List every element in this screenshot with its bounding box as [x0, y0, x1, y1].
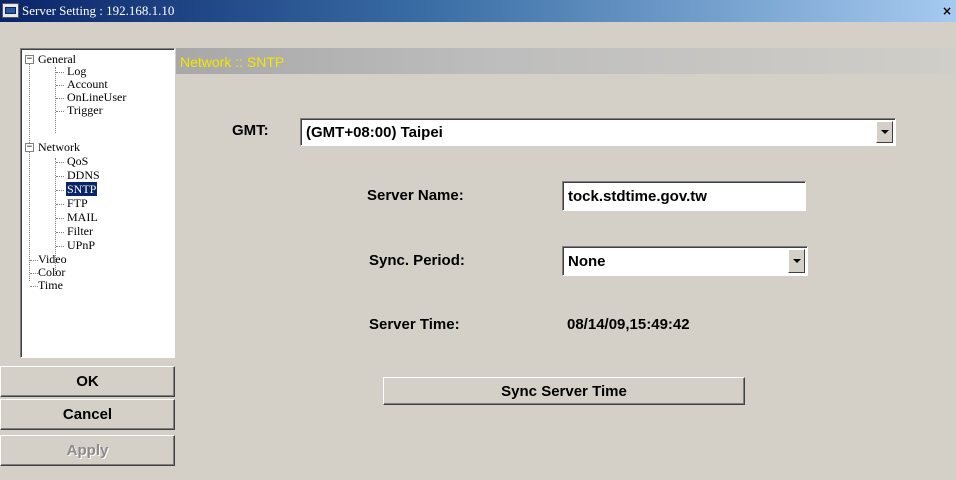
tree-item-upnp[interactable]: UPnP [67, 239, 95, 252]
tree-item-sntp[interactable]: SNTP [66, 182, 98, 196]
tree-item-ddns[interactable]: DDNS [67, 169, 100, 182]
tree-item-ftp[interactable]: FTP [67, 197, 88, 210]
server-name-label: Server Name: [367, 187, 464, 204]
app-monitor-icon [2, 3, 19, 18]
cancel-button[interactable]: Cancel [0, 399, 175, 430]
window-title: Server Setting : 192.168.1.10 [22, 3, 175, 18]
sync-period-select[interactable]: None [562, 246, 808, 276]
ok-button[interactable]: OK [0, 366, 175, 397]
server-name-input[interactable] [562, 181, 806, 211]
server-name-text[interactable] [568, 187, 805, 205]
section-header: Network :: SNTP [176, 48, 956, 74]
sync-period-value: None [568, 252, 606, 270]
section-title: Network :: SNTP [180, 54, 285, 70]
tree-item-filter[interactable]: Filter [67, 225, 93, 238]
gmt-select[interactable]: (GMT+08:00) Taipei [300, 118, 896, 146]
collapse-general-icon[interactable]: − [25, 55, 34, 64]
tree-connector [29, 63, 30, 281]
sync-server-time-button[interactable]: Sync Server Time [383, 377, 745, 405]
sync-period-label: Sync. Period: [369, 252, 465, 269]
tree-item-network[interactable]: Network [38, 141, 80, 154]
server-time-value: 08/14/09,15:49:42 [567, 316, 690, 333]
gmt-label: GMT: [232, 122, 269, 139]
tree-item-time[interactable]: Time [38, 279, 63, 292]
title-bar: Server Setting : 192.168.1.10 × [0, 0, 956, 22]
collapse-network-icon[interactable]: − [25, 143, 34, 152]
server-time-label: Server Time: [369, 316, 460, 333]
tree-item-sntp-label: SNTP [66, 182, 98, 196]
tree-item-qos[interactable]: QoS [67, 155, 88, 168]
tree-connector [55, 67, 56, 133]
gmt-select-value: (GMT+08:00) Taipei [306, 123, 443, 141]
chevron-down-icon[interactable] [788, 249, 805, 273]
close-button[interactable]: × [940, 4, 954, 18]
apply-button[interactable]: Apply [0, 435, 175, 466]
settings-tree[interactable]: − General Log Account OnLineUser Trigger… [20, 48, 175, 358]
tree-item-mail[interactable]: MAIL [67, 211, 98, 224]
chevron-down-icon[interactable] [876, 121, 893, 143]
tree-item-trigger[interactable]: Trigger [67, 104, 103, 117]
